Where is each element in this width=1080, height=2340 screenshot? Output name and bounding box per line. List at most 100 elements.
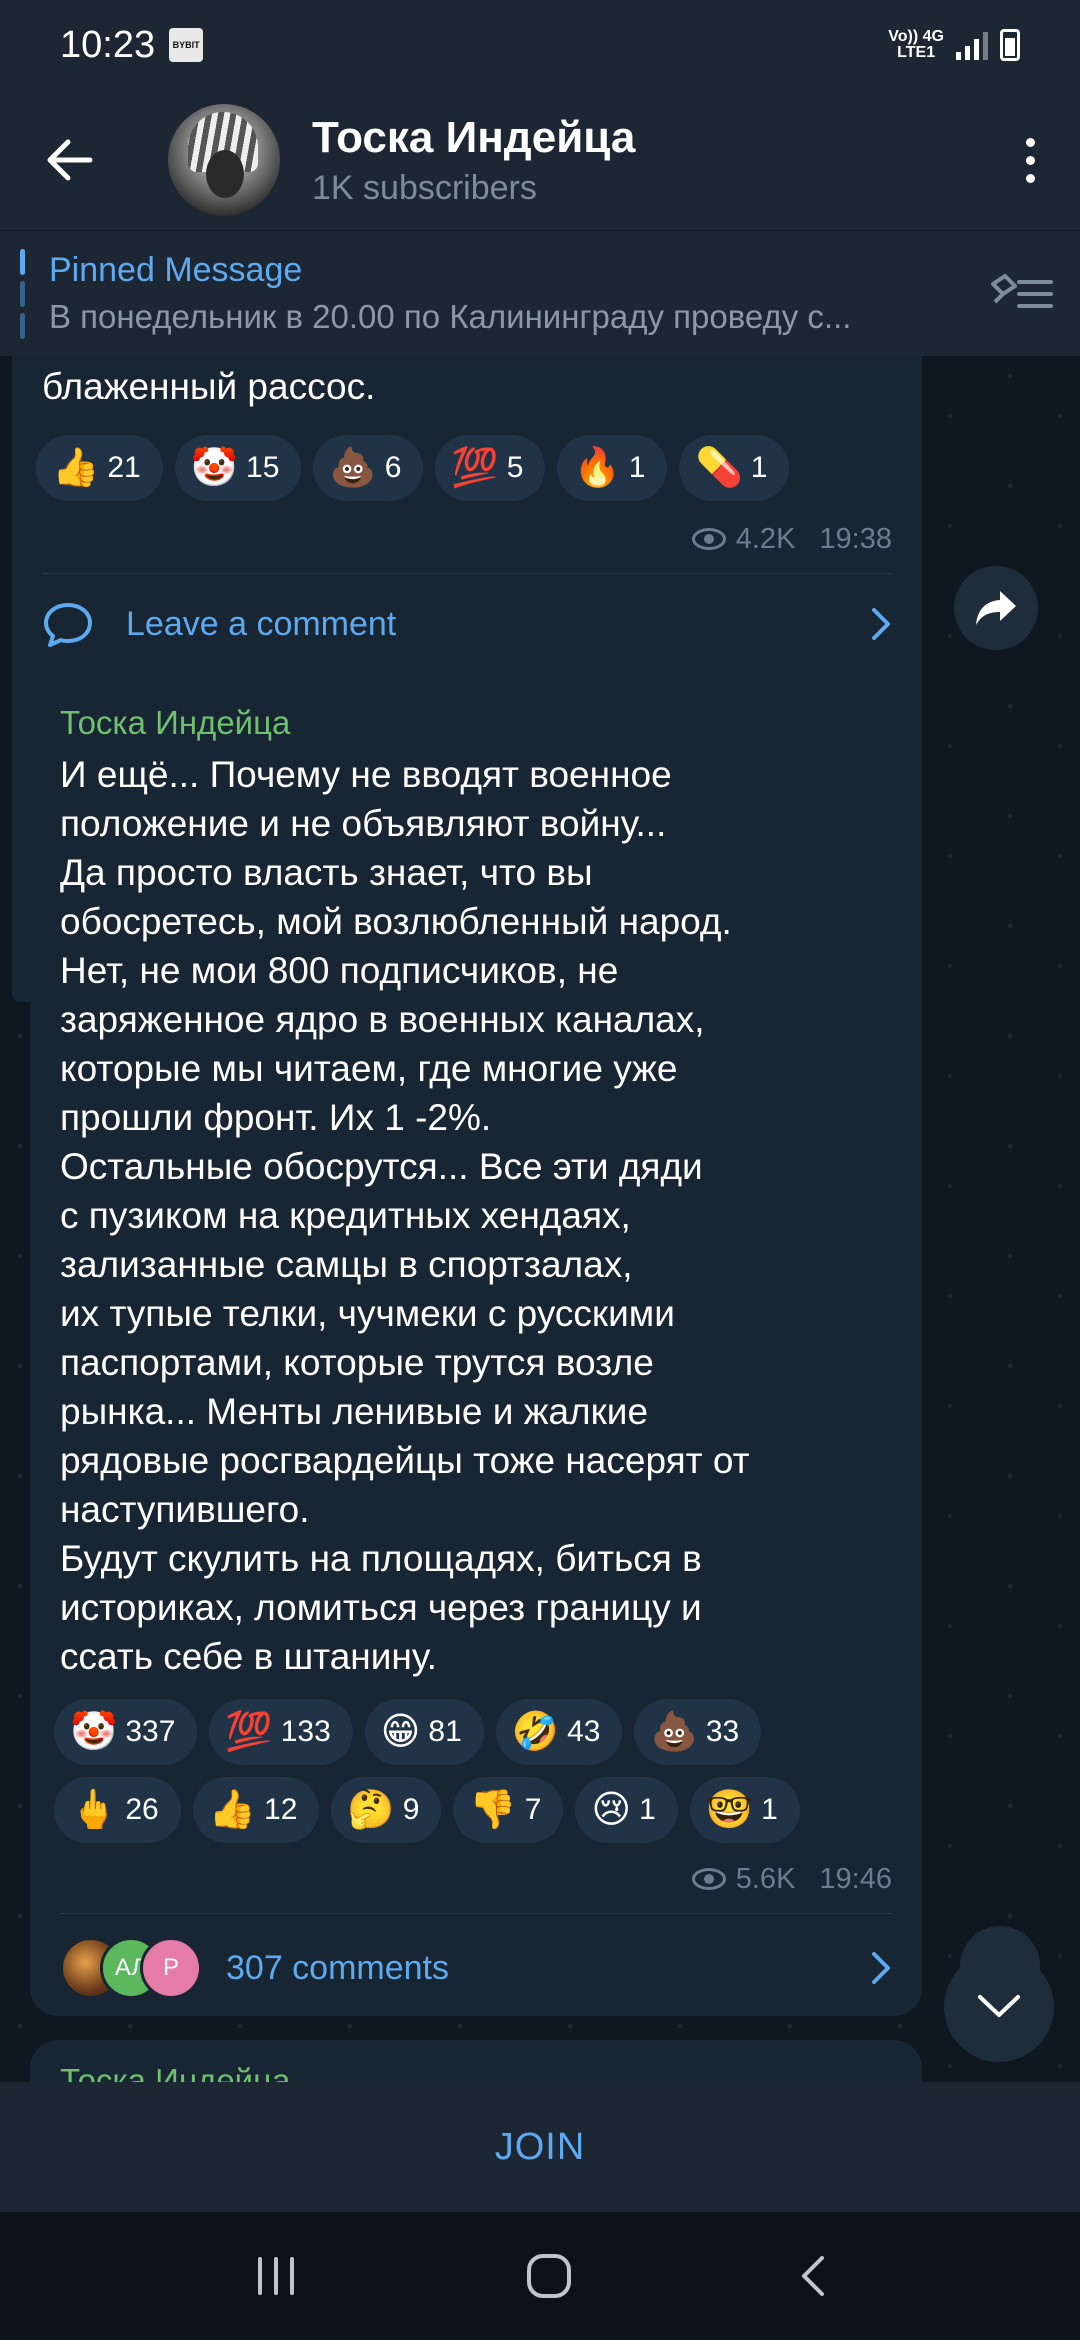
reaction-count: 6 — [384, 451, 402, 484]
pill-icon: 💊 — [695, 447, 743, 489]
reaction-chip[interactable]: 😁 81 — [364, 1699, 484, 1765]
reaction-chip[interactable]: 💊 1 — [679, 435, 790, 501]
reaction-chip[interactable]: 👍 21 — [36, 435, 163, 501]
message-sender: Тоска Индейца — [60, 2062, 291, 2082]
nerd-icon: 🤓 — [705, 1789, 754, 1831]
views-icon — [691, 528, 726, 550]
message-time: 19:38 — [819, 522, 892, 555]
comments-button[interactable]: АЛ Р 307 comments — [30, 1914, 922, 2022]
thumbs-down-icon: 👎 — [469, 1789, 517, 1831]
pinned-title: Pinned Message — [49, 251, 303, 289]
more-options-button[interactable] — [980, 90, 1080, 230]
reaction-chip[interactable]: 🤡 337 — [54, 1699, 198, 1765]
reaction-chip[interactable]: 🤔 9 — [331, 1777, 442, 1843]
reaction-count: 81 — [428, 1715, 462, 1748]
network-type-top: Vo)) 4G — [888, 28, 944, 45]
header-titles[interactable]: Тоска Индейца 1K subscribers — [312, 113, 635, 208]
reaction-chip[interactable]: 🤓 1 — [689, 1777, 800, 1843]
channel-title: Тоска Индейца — [312, 112, 636, 162]
reaction-count: 1 — [639, 1793, 656, 1826]
middle-finger-icon: 🖕 — [70, 1789, 118, 1831]
reaction-count: 1 — [750, 451, 768, 484]
message-time: 19:46 — [819, 1862, 892, 1895]
reaction-chip[interactable]: 💩 33 — [634, 1699, 762, 1765]
message-meta: 4.2K 19:38 — [12, 519, 922, 559]
leave-comment-button[interactable]: Leave a comment — [12, 574, 922, 674]
network-indicator: Vo)) 4G LTE1 — [888, 29, 944, 61]
commenter-avatar: Р — [140, 1937, 202, 1999]
reaction-count: 7 — [524, 1793, 542, 1826]
comments-count-label: 307 comments — [226, 1948, 449, 1987]
dot-icon — [1025, 137, 1035, 147]
status-bar: 10:23 BYBIT Vo)) 4G LTE1 — [0, 0, 1080, 90]
pinned-indicator — [20, 248, 25, 339]
hundred-icon: 💯 — [225, 1711, 273, 1753]
message-bubble[interactable]: Тоска Индейца — [30, 2040, 922, 2082]
clown-icon: 🤡 — [190, 447, 239, 489]
pinned-list-icon[interactable] — [989, 272, 1055, 316]
poop-icon: 💩 — [329, 447, 377, 489]
reaction-count: 5 — [506, 451, 524, 484]
leave-comment-label: Leave a comment — [126, 604, 397, 643]
reaction-count: 337 — [125, 1715, 176, 1748]
reaction-chip[interactable]: 💯 133 — [209, 1699, 353, 1765]
crying-icon: 😢 — [591, 1789, 632, 1831]
reaction-chip[interactable]: 💯 5 — [435, 435, 546, 501]
thumbs-up-icon: 👍 — [208, 1789, 257, 1831]
reaction-chip[interactable]: 👍 12 — [192, 1777, 320, 1843]
reaction-count: 12 — [264, 1793, 298, 1826]
message-text: И ещё... Почему не вводят военное положе… — [60, 754, 750, 1677]
reaction-chip[interactable]: 💩 6 — [313, 435, 424, 501]
rofl-icon: 🤣 — [511, 1711, 560, 1753]
join-button[interactable]: JOIN — [0, 2082, 1080, 2212]
signal-icon — [956, 30, 988, 60]
reaction-chip[interactable]: 🖕 26 — [54, 1777, 181, 1843]
message-bubble[interactable]: Тоска Индейца И ещё... Почему не вводят … — [30, 682, 922, 2016]
message-meta: 5.6K 19:46 — [30, 1859, 922, 1899]
reaction-count: 43 — [567, 1715, 601, 1748]
join-label: JOIN — [494, 2125, 586, 2168]
chevron-right-icon — [872, 608, 890, 640]
home-icon[interactable] — [524, 2251, 574, 2301]
view-count: 4.2K — [735, 522, 796, 555]
pinned-preview: В понедельник в 20.00 по Калининграду пр… — [49, 298, 852, 335]
message-sender: Тоска Индейца — [60, 704, 291, 741]
system-navigation-bar — [0, 2212, 1080, 2340]
back-arrow-icon — [47, 139, 93, 181]
thinking-icon: 🤔 — [347, 1789, 395, 1831]
reaction-list: 👍 21 🤡 15 💩 6 💯 5 🔥 1 💊 1 — [12, 435, 922, 501]
reaction-chip[interactable]: 🤡 15 — [174, 435, 302, 501]
reaction-chip[interactable]: 😢 1 — [575, 1777, 678, 1843]
reaction-count: 21 — [107, 451, 141, 484]
dot-icon — [1025, 173, 1035, 183]
back-button[interactable] — [0, 90, 140, 230]
reaction-chip[interactable]: 👎 7 — [453, 1777, 564, 1843]
share-arrow-icon — [976, 591, 1016, 625]
status-indicators: Vo)) 4G LTE1 — [888, 29, 1020, 61]
views-icon — [691, 1868, 726, 1890]
reaction-list: 🤡 337 💯 133 😁 81 🤣 43 💩 33 🖕 26 👍 12 🤔 9 👎 7 😢 1 🤓… — [30, 1699, 922, 1843]
message-text: блаженный рассос. — [42, 366, 376, 407]
chevron-down-icon — [978, 1995, 1020, 2017]
hundred-icon: 💯 — [451, 447, 499, 489]
pinned-message-bar[interactable]: Pinned Message В понедельник в 20.00 по … — [0, 230, 1080, 356]
thumbs-up-icon: 👍 — [52, 447, 100, 489]
commenter-avatars: АЛ Р — [60, 1937, 202, 1999]
reaction-count: 33 — [705, 1715, 740, 1748]
message-list[interactable]: блаженный рассос. 👍 21 🤡 15 💩 6 💯 5 🔥 1 💊 1 4.… — [0, 356, 1080, 2082]
system-back-icon[interactable] — [798, 2254, 828, 2298]
reaction-count: 133 — [280, 1715, 331, 1748]
reaction-count: 15 — [246, 451, 280, 484]
share-button[interactable] — [954, 566, 1038, 650]
comment-bubble-icon — [44, 603, 92, 647]
grin-icon: 😁 — [380, 1711, 421, 1753]
recent-apps-icon[interactable] — [252, 2255, 300, 2297]
scroll-down-button[interactable] — [944, 1952, 1054, 2062]
pinned-text: Pinned Message В понедельник в 20.00 по … — [49, 251, 969, 336]
channel-avatar[interactable] — [168, 104, 280, 216]
reaction-chip[interactable]: 🤣 43 — [495, 1699, 623, 1765]
chat-header: Тоска Индейца 1K subscribers — [0, 90, 1080, 230]
chevron-right-icon — [872, 1952, 890, 1984]
reaction-chip[interactable]: 🔥 1 — [557, 435, 668, 501]
network-type-bottom: LTE1 — [897, 44, 936, 61]
